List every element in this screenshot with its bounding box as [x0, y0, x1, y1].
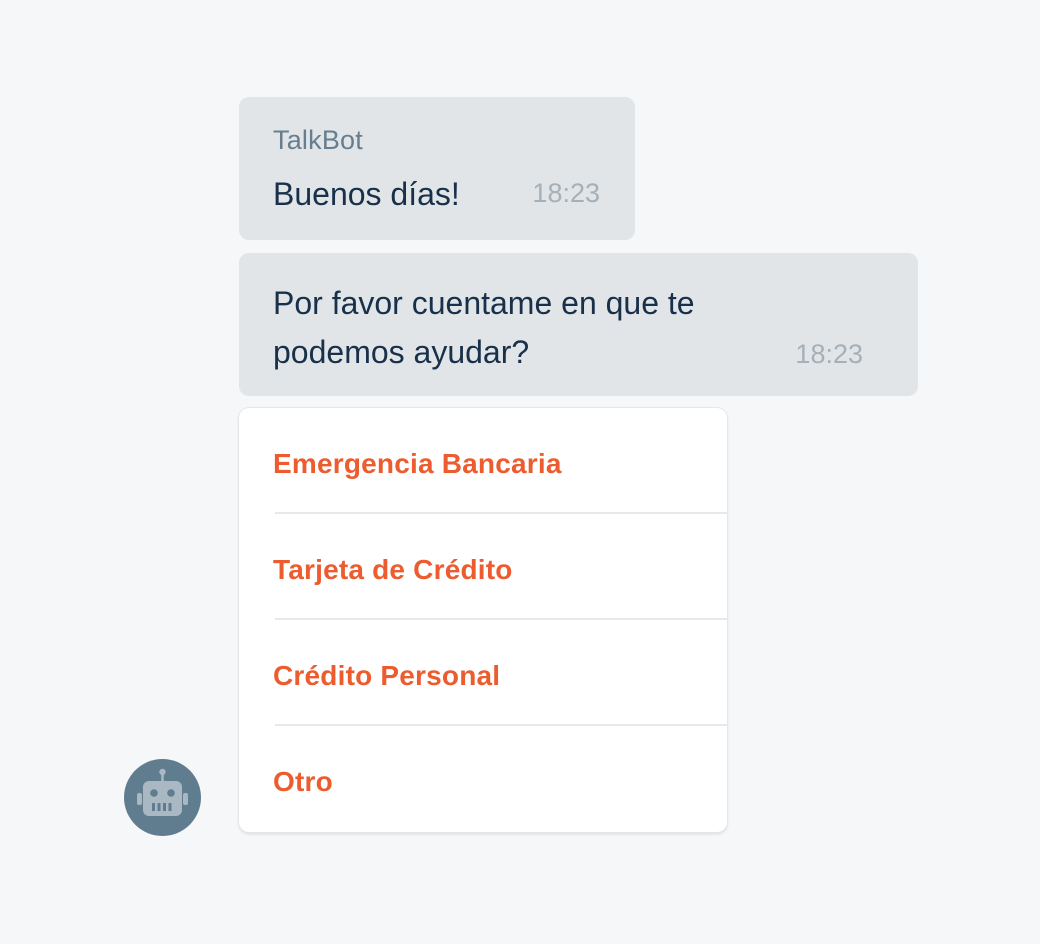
- option-label: Tarjeta de Crédito: [273, 554, 513, 585]
- option-credito-personal[interactable]: Crédito Personal: [239, 620, 727, 726]
- option-label: Crédito Personal: [273, 660, 501, 691]
- message-text: Buenos días!: [273, 176, 460, 212]
- robot-icon: [137, 768, 188, 816]
- quick-reply-options: Emergencia Bancaria Tarjeta de Crédito C…: [239, 408, 727, 832]
- bot-avatar: [124, 759, 201, 836]
- option-emergencia-bancaria[interactable]: Emergencia Bancaria: [239, 408, 727, 514]
- sender-name: TalkBot: [273, 125, 363, 155]
- message-timestamp: 18:23: [532, 178, 600, 208]
- option-otro[interactable]: Otro: [239, 726, 727, 832]
- message-text: Por favor cuentame en que te podemos ayu…: [273, 285, 695, 370]
- message-bubble-greeting: TalkBot Buenos días! 18:23: [239, 97, 635, 240]
- message-timestamp: 18:23: [795, 339, 863, 369]
- option-label: Otro: [273, 766, 333, 797]
- message-bubble-question: Por favor cuentame en que te podemos ayu…: [239, 253, 918, 396]
- option-label: Emergencia Bancaria: [273, 448, 562, 479]
- option-tarjeta-de-credito[interactable]: Tarjeta de Crédito: [239, 514, 727, 620]
